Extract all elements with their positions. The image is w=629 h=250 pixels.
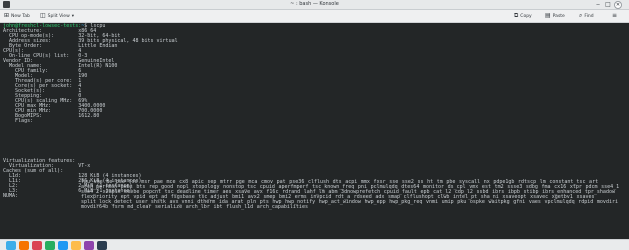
maximize-button[interactable]: □ [604,1,612,8]
close-button[interactable]: ✕ [614,1,622,9]
hamburger-menu-icon: ≡ [612,12,618,19]
split-view-button[interactable]: ◫ Split View ▾ [40,12,74,20]
copy-icon: ⧉ [514,12,519,19]
taskbar-app-icon[interactable] [6,241,16,250]
taskbar-app-icon[interactable] [32,241,42,250]
chevron-down-icon: ▾ [71,13,75,19]
taskbar-app-icon[interactable] [58,241,68,250]
new-tab-label: New Tab [11,13,30,19]
taskbar-app-icon[interactable] [84,241,94,250]
copy-label: Copy [520,13,532,19]
terminal-output: john@freshcl-lowsec-tests:~$ lscpu Archi… [3,24,625,199]
taskbar-app-icon[interactable] [71,241,81,250]
taskbar-app-icon[interactable] [97,241,107,250]
terminal-line: NUMA: [3,193,19,199]
toolbar: ⊞ New Tab ◫ Split View ▾ ⧉ Copy ▤ Paste … [0,10,629,23]
find-button[interactable]: ⌕ Find [579,12,594,20]
title-bar[interactable]: ~ : bash — Konsole ‒ □ ✕ [0,0,629,10]
split-view-label: Split View [47,13,70,19]
taskbar-app-icon[interactable] [19,241,29,250]
new-tab-icon: ⊞ [4,12,10,19]
cpu-flags-text: fpu vme de pse tsc msr pae mce cx8 apic … [81,179,620,210]
window-title: ~ : bash — Konsole [290,1,339,7]
menu-button[interactable]: ≡ [612,12,619,20]
paste-icon: ▤ [545,12,551,19]
split-view-icon: ◫ [40,12,46,19]
search-icon: ⌕ [579,12,583,19]
paste-label: Paste [552,13,565,19]
konsole-window: ~ : bash — Konsole ‒ □ ✕ ⊞ New Tab ◫ Spl… [0,0,629,250]
paste-button[interactable]: ▤ Paste [545,12,565,20]
minimize-button[interactable]: ‒ [594,1,602,8]
taskbar-app-icon[interactable] [45,241,55,250]
taskbar [0,239,629,250]
new-tab-button[interactable]: ⊞ New Tab [4,12,30,20]
copy-button[interactable]: ⧉ Copy [514,12,532,20]
find-label: Find [584,13,594,19]
terminal-line: Flags: [3,118,34,124]
terminal-view[interactable]: john@freshcl-lowsec-tests:~$ lscpu Archi… [0,23,629,250]
